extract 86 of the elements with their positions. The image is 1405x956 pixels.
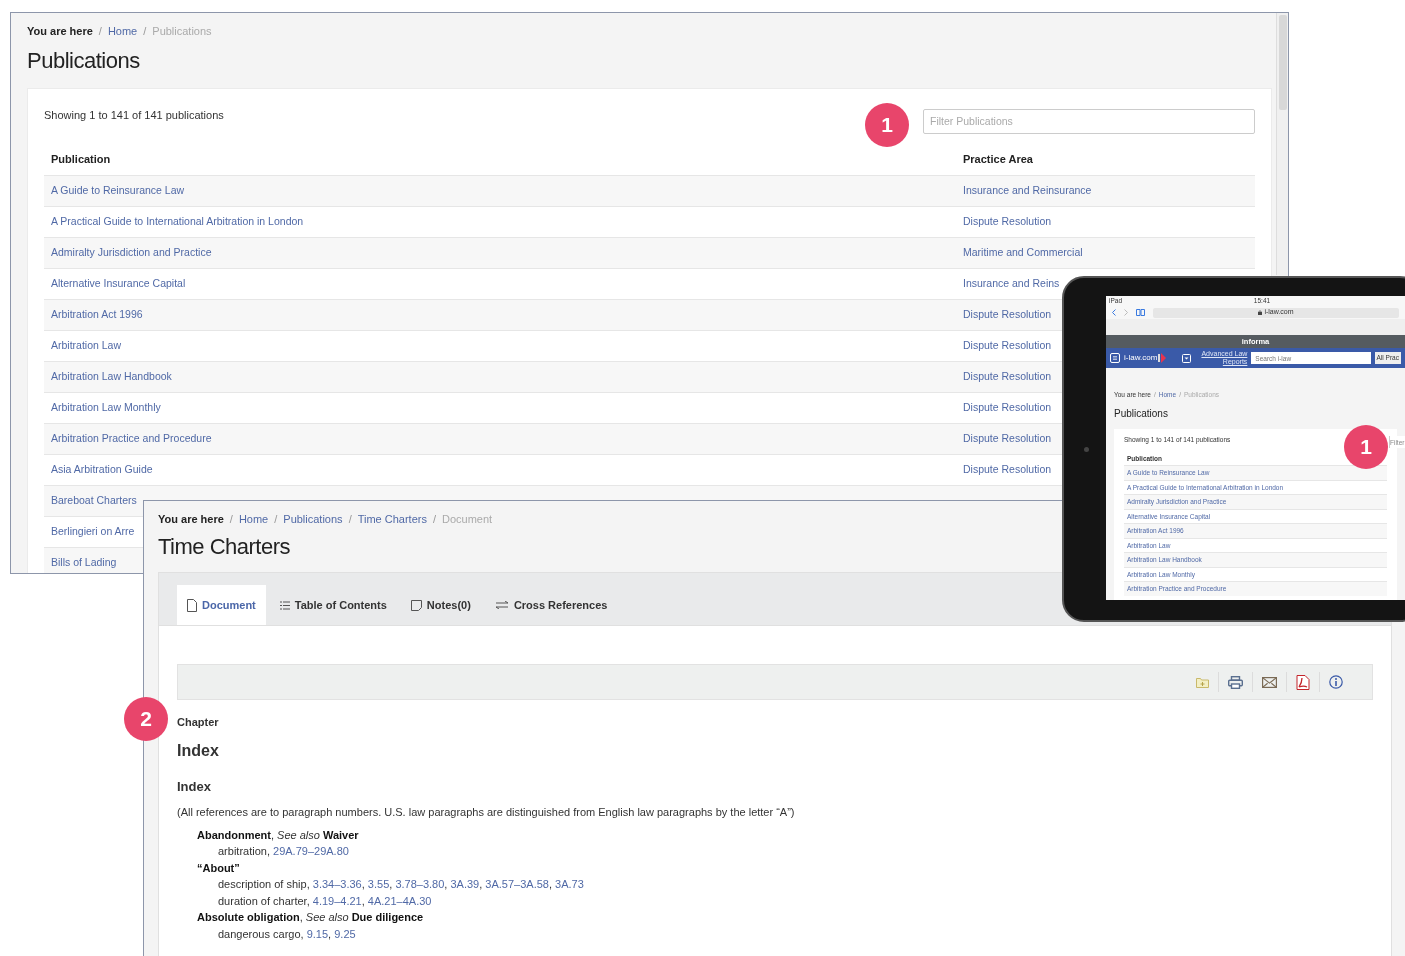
- breadcrumb-label: You are here: [158, 512, 224, 527]
- breadcrumb-separator: /: [98, 24, 102, 39]
- breadcrumb-link[interactable]: Time Charters: [357, 511, 427, 528]
- index-subentry: duration of charter, 4.19–4.21, 4A.21–4A.30: [217, 893, 433, 909]
- pdf-icon: [1296, 674, 1310, 690]
- results-count: Showing 1 to 141 of 141 publications: [44, 107, 224, 123]
- practice-area-link[interactable]: Dispute Resolution: [956, 431, 1052, 447]
- publication-link[interactable]: Bareboat Charters: [51, 494, 137, 506]
- breadcrumb-link[interactable]: Publications: [283, 511, 343, 528]
- column-header: Publication: [51, 153, 111, 166]
- publication-link[interactable]: Arbitration Law Handbook: [51, 370, 172, 382]
- menu-icon[interactable]: [1110, 353, 1120, 363]
- breadcrumb-current: Document: [442, 512, 493, 527]
- section-heading: Index: [177, 777, 212, 796]
- practice-area-link[interactable]: Dispute Resolution: [956, 214, 1052, 230]
- filter-field[interactable]: Filter Publications: [923, 108, 1255, 134]
- publication-link[interactable]: Alternative Insurance Capital: [51, 277, 186, 289]
- chapter-label: Chapter: [177, 715, 220, 731]
- tab[interactable]: Document: [177, 584, 266, 626]
- publication-link[interactable]: Arbitration Law: [51, 339, 122, 351]
- book-icon[interactable]: [1136, 309, 1145, 316]
- reference-link[interactable]: 9.25: [334, 927, 356, 940]
- site-logo[interactable]: i-law.com: [1124, 352, 1158, 364]
- practice-area-link[interactable]: Insurance and Reinsurance: [956, 183, 1092, 199]
- reference-link[interactable]: 3A.57–3A.58: [485, 878, 549, 891]
- tab[interactable]: Table of Contents: [269, 584, 397, 626]
- note-icon: [410, 599, 422, 611]
- practice-area-link[interactable]: Dispute Resolution: [956, 369, 1052, 385]
- breadcrumb-separator: /: [143, 24, 147, 39]
- print-icon: [1228, 675, 1243, 689]
- publication-link[interactable]: Bills of Lading: [51, 556, 117, 568]
- index-subentry: arbitration, 29A.79–29A.80: [217, 844, 350, 860]
- publication-link[interactable]: Asia Arbitration Guide: [51, 463, 153, 475]
- reference-link[interactable]: 4A.21–4A.30: [367, 894, 432, 907]
- breadcrumb-separator: /: [432, 512, 437, 527]
- breadcrumb-separator: /: [348, 512, 352, 527]
- breadcrumb-link[interactable]: Home: [238, 511, 269, 528]
- practice-area-link[interactable]: Insurance and Reins: [956, 276, 1060, 292]
- page-title: Publications: [1114, 406, 1169, 421]
- reference-link[interactable]: 4.19–4.21: [312, 894, 362, 907]
- breadcrumb-link[interactable]: Home: [107, 23, 138, 40]
- scrollbar[interactable]: [1276, 13, 1288, 275]
- list-icon: [279, 600, 290, 610]
- publication-link[interactable]: Arbitration Act 1996: [51, 308, 143, 320]
- page-title: Publications: [27, 47, 140, 74]
- practice-area-link[interactable]: Dispute Resolution: [956, 400, 1052, 416]
- breadcrumb-label: You are here: [27, 24, 93, 39]
- page-title: Time Charters: [158, 533, 291, 560]
- publication-link[interactable]: A Practical Guide to International Arbitration in London: [51, 215, 304, 227]
- arrows-icon: [494, 601, 509, 610]
- publication-link[interactable]: Berlingieri on Arre: [51, 525, 135, 537]
- breadcrumb-current: Publications: [152, 24, 212, 39]
- camera-dot: [1084, 447, 1089, 452]
- breadcrumb-separator: /: [229, 512, 233, 527]
- lock-icon: [1258, 310, 1263, 315]
- practice-area-link[interactable]: Dispute Resolution: [956, 338, 1052, 354]
- reference-link[interactable]: 3A.39: [450, 878, 480, 891]
- chevron-logo-icon: [1158, 353, 1167, 363]
- index-subentry: description of ship, 3.34–3.36, 3.55, 3.78–3.80, 3A.39, 3A.57–3A.58, 3A.73: [217, 877, 585, 893]
- dropdown-icon[interactable]: [1182, 353, 1192, 363]
- index-subentry: dangerous cargo, 9.15, 9.25: [217, 926, 357, 942]
- index-term: Abandonment, See also Waiver: [196, 827, 360, 843]
- folder-add-icon: [1196, 676, 1209, 688]
- breadcrumb-separator: /: [274, 512, 278, 527]
- tab[interactable]: Cross References: [484, 584, 618, 626]
- column-header: Practice Area: [962, 152, 1033, 168]
- index-term: “About”: [196, 860, 241, 876]
- publication-link[interactable]: Admiralty Jurisdiction and Practice: [51, 246, 212, 258]
- publication-link[interactable]: Arbitration Law Monthly: [51, 401, 161, 413]
- document-icon: [187, 598, 197, 612]
- envelope-icon: [1262, 676, 1277, 688]
- publication-link[interactable]: Arbitration Practice and Procedure: [51, 432, 212, 444]
- practice-area-link[interactable]: Dispute Resolution: [956, 462, 1052, 478]
- info-icon: [1329, 675, 1343, 690]
- number-badge: 2: [124, 697, 168, 741]
- tab[interactable]: Notes(0): [400, 584, 481, 626]
- back-icon[interactable]: [1112, 309, 1116, 316]
- publication-link[interactable]: A Guide to Reinsurance Law: [51, 184, 185, 196]
- reference-link[interactable]: 3.34–3.36: [312, 878, 362, 891]
- reference-link[interactable]: 3A.73: [555, 878, 584, 891]
- reference-link[interactable]: 29A.79–29A.80: [273, 845, 349, 858]
- practice-area-link[interactable]: Maritime and Commercial: [956, 245, 1083, 261]
- index-term: Absolute obligation, See also Due diligence: [196, 910, 425, 926]
- chapter-title: Index: [177, 740, 220, 761]
- practice-area-link[interactable]: Dispute Resolution: [956, 307, 1052, 323]
- index-note: (All references are to paragraph numbers. U.S. law paragraphs are distinguished from English law paragraphs by the letter “A”): [177, 805, 796, 821]
